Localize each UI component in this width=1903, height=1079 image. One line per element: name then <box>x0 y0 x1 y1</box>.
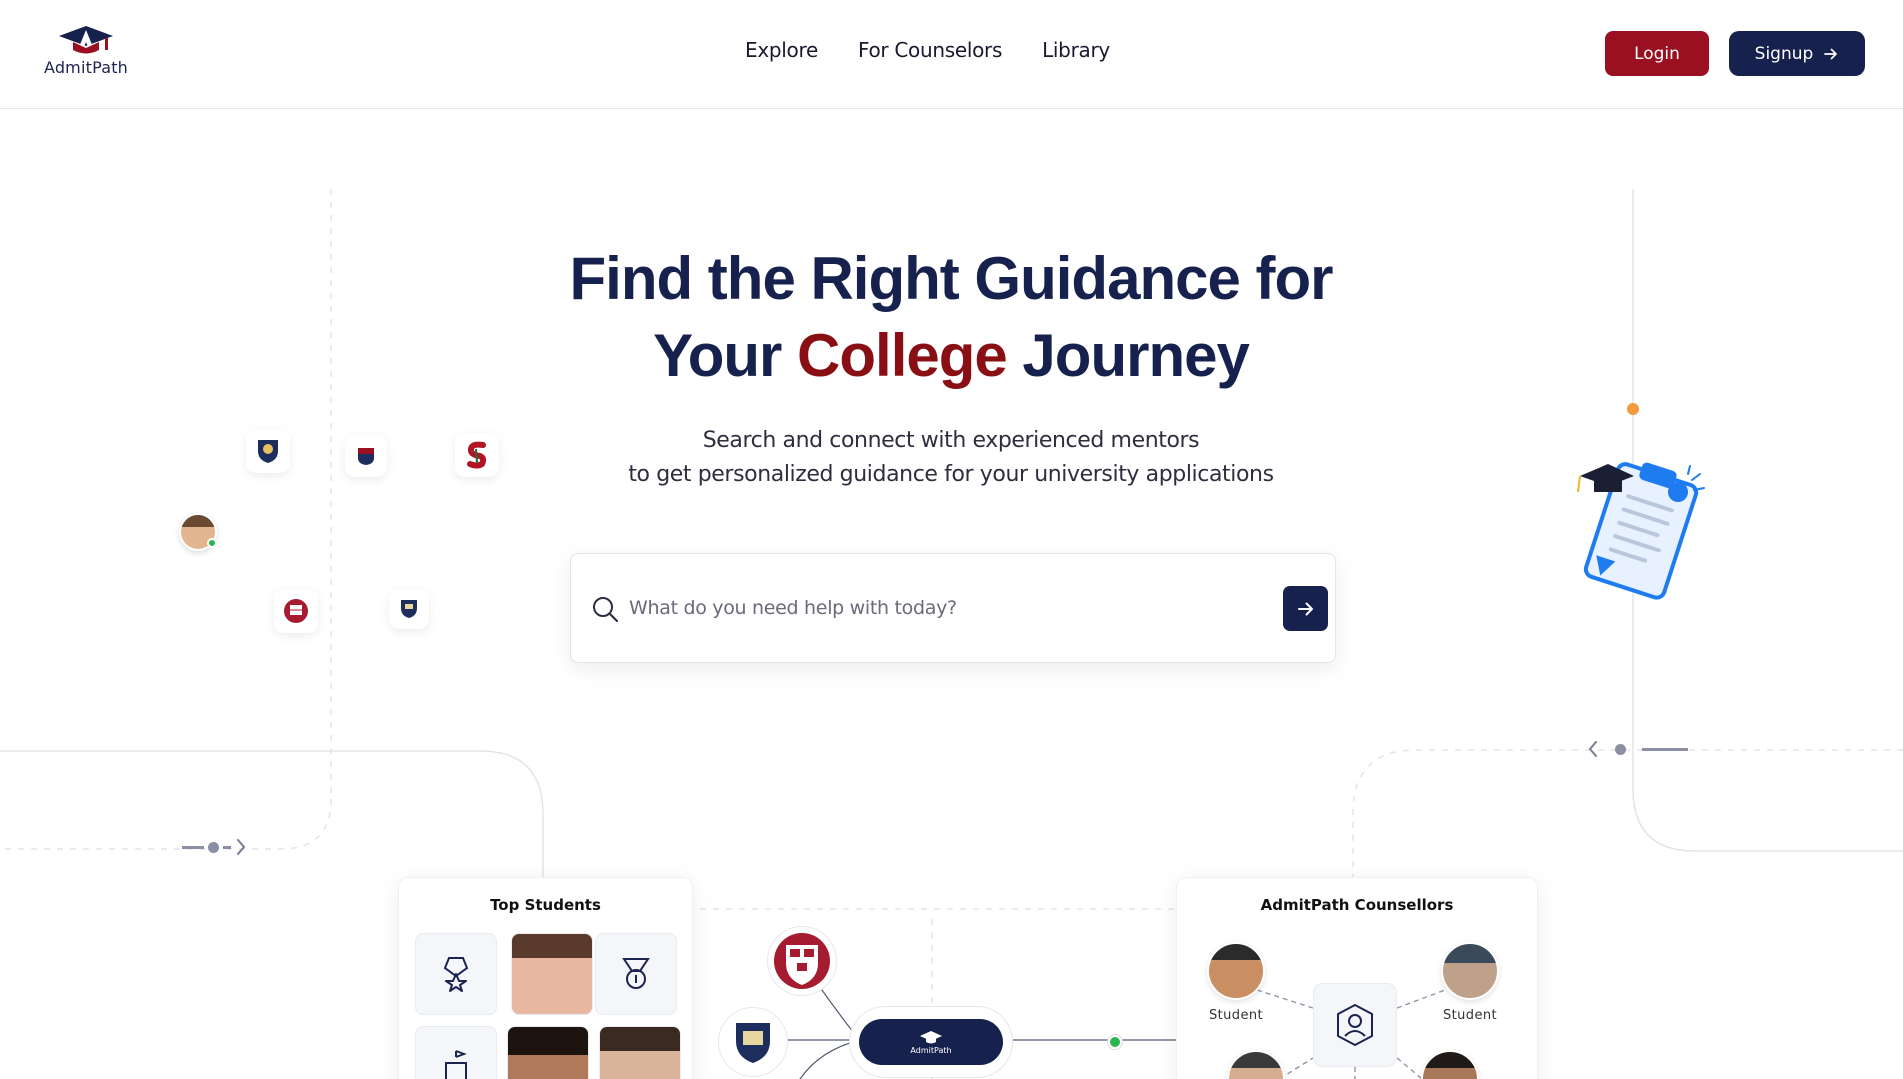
student-photo[interactable] <box>507 1026 589 1079</box>
signup-button[interactable]: Signup <box>1729 31 1865 76</box>
oxford-crest-icon <box>258 440 278 463</box>
online-status-dot <box>207 538 217 548</box>
hero-subtitle-line2: to get personalized guidance for your un… <box>628 462 1274 487</box>
carousel-bar[interactable] <box>223 845 231 849</box>
hero-subtitle-line1: Search and connect with experienced ment… <box>702 428 1200 453</box>
admitpath-logo-icon <box>920 1030 942 1043</box>
search-input[interactable] <box>629 591 1269 625</box>
university-logo-oxford <box>246 429 290 473</box>
search-box <box>570 553 1336 663</box>
carousel-bar[interactable] <box>182 845 204 849</box>
login-button[interactable]: Login <box>1605 31 1709 76</box>
harvard-crest-icon <box>284 599 308 623</box>
yale-crest-icon <box>736 1023 770 1063</box>
hero-title-accent: College <box>797 322 1008 389</box>
admitpath-logo-icon <box>59 26 113 54</box>
hero-subtitle: Search and connect with experienced ment… <box>451 424 1451 492</box>
orange-dot <box>1627 403 1639 415</box>
student-photo[interactable] <box>511 933 593 1015</box>
student-tile-medal[interactable] <box>595 933 677 1015</box>
main-nav: Explore For Counselors Library <box>745 38 1110 62</box>
nav-library[interactable]: Library <box>1042 38 1110 62</box>
admitpath-hub[interactable]: AdmitPath <box>859 1019 1003 1065</box>
chevron-left-icon[interactable] <box>1587 740 1599 758</box>
harvard-badge[interactable] <box>767 926 837 996</box>
student-photo[interactable] <box>599 1026 681 1079</box>
yale-crest-icon <box>401 600 417 618</box>
student-label: Student <box>1443 1008 1497 1023</box>
counsellor-avatar[interactable] <box>1441 942 1499 1000</box>
counsellor-hub-tile[interactable] <box>1313 983 1397 1067</box>
carousel-dot[interactable] <box>208 841 219 853</box>
arrow-right-icon <box>1297 602 1313 615</box>
building-icon <box>445 1050 467 1079</box>
login-label: Login <box>1634 43 1680 64</box>
student-tile-award[interactable] <box>415 933 497 1015</box>
nav-for-counselors[interactable]: For Counselors <box>858 38 1002 62</box>
top-header: AdmitPath Explore For Counselors Library… <box>0 0 1903 109</box>
arrow-right-icon <box>1824 48 1838 59</box>
user-hexagon-icon <box>1337 1004 1373 1046</box>
check-badge-icon <box>1108 1035 1122 1049</box>
student-tile-building[interactable] <box>415 1026 497 1079</box>
hub-label: AdmitPath <box>910 1045 952 1055</box>
top-students-title: Top Students <box>490 896 601 914</box>
clipboard-illustration <box>1577 462 1705 600</box>
carousel-bar[interactable] <box>1642 747 1688 751</box>
yale-badge[interactable] <box>718 1007 788 1077</box>
hero-title-line1: Find the Right Guidance for <box>569 245 1334 312</box>
top-students-card: Top Students <box>398 877 693 1079</box>
brand-logo[interactable]: AdmitPath <box>40 24 132 84</box>
signup-label: Signup <box>1754 43 1814 64</box>
university-logo-yale <box>389 589 429 629</box>
carousel-controls <box>1587 740 1688 758</box>
brand-name: AdmitPath <box>43 58 129 77</box>
carousel-controls-left <box>182 838 247 856</box>
mentor-avatar <box>179 513 217 551</box>
search-submit-button[interactable] <box>1283 586 1328 631</box>
nav-explore[interactable]: Explore <box>745 38 818 62</box>
university-logo-penn <box>345 435 387 477</box>
university-logo-harvard <box>274 589 318 633</box>
search-icon <box>593 597 619 623</box>
counsellor-avatar[interactable] <box>1207 942 1265 1000</box>
hero-title: Find the Right Guidance for Your College… <box>451 240 1451 394</box>
hero-title-line2-post: Journey <box>1006 322 1249 389</box>
chevron-right-icon[interactable] <box>235 838 247 856</box>
counsellors-card: AdmitPath Counsellors Student Student <box>1176 877 1538 1079</box>
penn-crest-icon <box>358 448 374 465</box>
harvard-crest-icon <box>774 933 830 989</box>
student-label: Student <box>1209 1008 1263 1023</box>
ribbon-badge-icon <box>443 957 469 992</box>
carousel-dot[interactable] <box>1615 743 1626 755</box>
medal-icon <box>622 958 650 989</box>
hero-title-line2-pre: Your <box>653 322 798 389</box>
